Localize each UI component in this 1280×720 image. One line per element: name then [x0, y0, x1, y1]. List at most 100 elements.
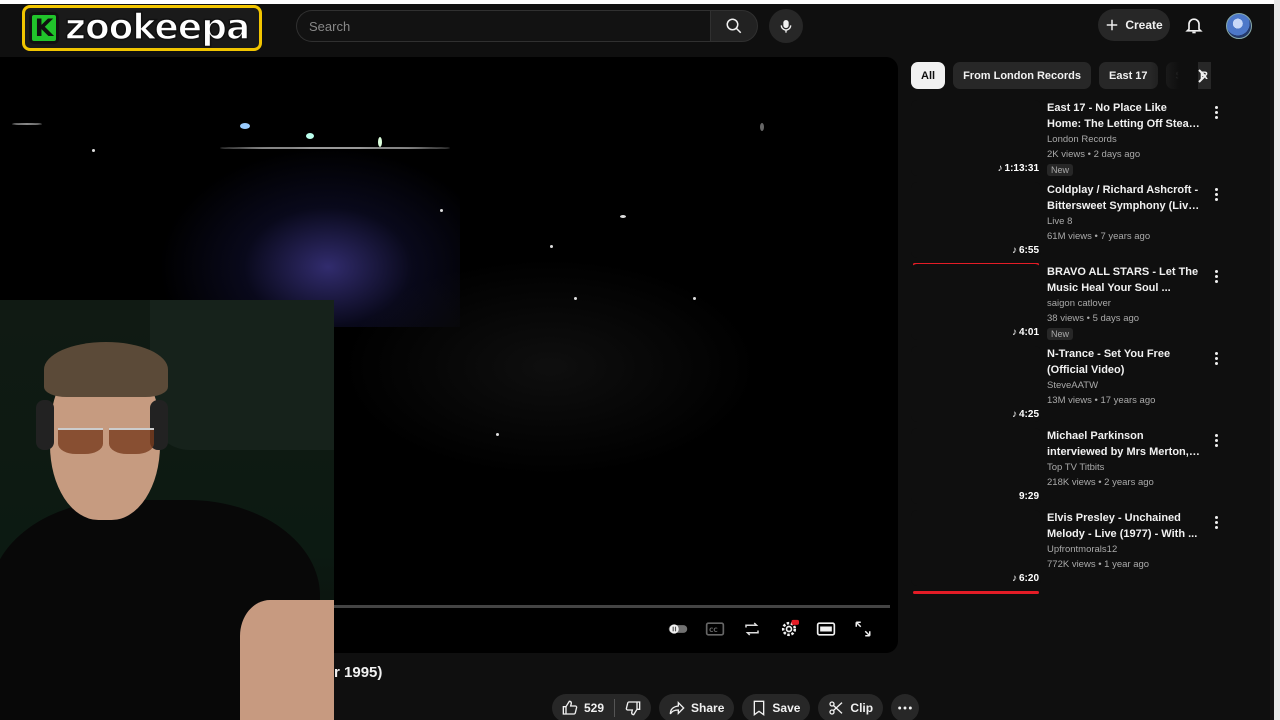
share-label: Share — [691, 701, 725, 715]
recommendation-title[interactable]: N-Trance - Set You Free (Official Video) — [1047, 346, 1203, 378]
account-avatar[interactable] — [1226, 13, 1252, 39]
recommendation-title[interactable]: BRAVO ALL STARS - Let The Music Heal You… — [1047, 264, 1203, 296]
music-note-icon: ♪ — [997, 163, 1003, 174]
recommendation-title[interactable]: Elvis Presley - Unchained Melody - Live … — [1047, 510, 1203, 542]
recommendations-list: ♪ 1:13:31 East 17 - No Place Like Home: T… — [911, 100, 1226, 594]
like-dislike-group: 529 — [552, 694, 652, 720]
stage-light — [240, 123, 250, 129]
recommendation-views: 61M views • 7 years ago — [1047, 231, 1151, 242]
recommendation-item[interactable]: ♪ 4:25 N-Trance - Set You Free (Official … — [911, 346, 1226, 428]
video-thumbnail[interactable]: ♪ 6:55 — [911, 182, 1041, 266]
svg-text:CC: CC — [709, 628, 718, 634]
recommendation-channel[interactable]: saigon catlover — [1047, 298, 1203, 309]
captions-button[interactable]: CC — [705, 619, 725, 639]
recommendation-channel[interactable]: Upfrontmorals12 — [1047, 544, 1203, 555]
video-thumbnail[interactable]: ♪ 4:25 — [911, 346, 1041, 422]
music-note-icon: ♪ — [1011, 573, 1017, 584]
recommendation-channel[interactable]: SteveAATW — [1047, 380, 1203, 391]
kebab-menu-icon[interactable] — [1211, 434, 1221, 450]
kebab-menu-icon[interactable] — [1211, 270, 1221, 286]
settings-button[interactable] — [779, 619, 799, 639]
video-title: r 1995) — [334, 664, 383, 681]
stage-light — [693, 297, 696, 300]
search-input[interactable] — [309, 18, 710, 34]
recommendation-title[interactable]: Coldplay / Richard Ashcroft - Bitterswee… — [1047, 182, 1203, 214]
watched-progress — [913, 591, 1039, 594]
video-thumbnail[interactable]: 9:29 — [911, 428, 1041, 504]
more-horizontal-icon — [898, 706, 912, 710]
chips-fade — [1150, 62, 1198, 90]
recommendation-title[interactable]: East 17 - No Place Like Home: The Lettin… — [1047, 100, 1203, 132]
chip-from-london-records[interactable]: From London Records — [953, 62, 1092, 89]
stage-light — [12, 123, 42, 125]
recommendation-channel[interactable]: Live 8 — [1047, 216, 1203, 227]
dislike-button[interactable] — [615, 694, 651, 720]
search-box[interactable] — [296, 10, 710, 42]
plus-icon — [1107, 19, 1118, 31]
recommendation-item[interactable]: ♪ 6:20 Elvis Presley - Unchained Melody -… — [911, 510, 1226, 594]
recommendation-views: 2K views • 2 days ago — [1047, 149, 1141, 160]
stage-light — [306, 133, 314, 139]
search-button[interactable] — [710, 10, 758, 42]
video-thumbnail[interactable]: ♪ 1:13:31 — [911, 100, 1041, 176]
recommendation-views: 13M views • 17 years ago — [1047, 395, 1156, 406]
theater-icon — [816, 622, 836, 636]
kebab-menu-icon[interactable] — [1211, 516, 1221, 532]
video-thumbnail[interactable]: ♪ 6:20 — [911, 510, 1041, 594]
chevron-right-icon — [1198, 69, 1207, 83]
chips-next-button[interactable] — [1192, 66, 1212, 86]
recommendation-item[interactable]: ♪ 4:01 BRAVO ALL STARS - Let The Music He… — [911, 264, 1226, 346]
clip-label: Clip — [850, 701, 874, 715]
notifications-button[interactable] — [1184, 15, 1206, 37]
clip-button[interactable]: Clip — [818, 694, 884, 720]
recommendation-title[interactable]: Michael Parkinson interviewed by Mrs Mer… — [1047, 428, 1203, 460]
create-button[interactable]: Create — [1098, 9, 1170, 41]
zookeepa-logo[interactable]: K zookeepa — [22, 5, 262, 51]
window-edge — [1274, 0, 1280, 720]
recommendation-channel[interactable]: Top TV Titbits — [1047, 462, 1203, 473]
voice-search-button[interactable] — [769, 9, 803, 43]
stage-light — [378, 137, 382, 147]
top-border — [0, 0, 1280, 4]
save-button[interactable]: Save — [742, 694, 811, 720]
bell-icon — [1185, 18, 1203, 34]
recommendation-item[interactable]: ♪ 6:55 Coldplay / Richard Ashcroft - Bitt… — [911, 182, 1226, 266]
loop-icon — [745, 622, 759, 636]
more-actions-button[interactable] — [891, 694, 920, 720]
chip-east-17[interactable]: East 17 — [1099, 62, 1158, 89]
chip-all[interactable]: All — [911, 62, 946, 89]
kebab-menu-icon[interactable] — [1211, 352, 1221, 368]
stage-light — [760, 123, 764, 131]
recommendation-views: 38 views • 5 days ago — [1047, 313, 1140, 324]
headphone-left — [36, 400, 54, 450]
share-icon — [669, 701, 685, 715]
loop-button[interactable] — [742, 619, 762, 639]
recommendation-item[interactable]: ♪ 1:13:31 East 17 - No Place Like Home: T… — [911, 100, 1226, 182]
kebab-menu-icon[interactable] — [1211, 106, 1221, 122]
like-button[interactable]: 529 — [552, 694, 614, 720]
autoplay-toggle-icon — [668, 624, 688, 634]
stage-light — [574, 297, 577, 300]
autoplay-toggle[interactable] — [668, 619, 688, 639]
share-button[interactable]: Share — [659, 694, 735, 720]
stage-light — [92, 149, 95, 152]
kebab-menu-icon[interactable] — [1211, 188, 1221, 204]
duration-badge: ♪ 6:20 — [1011, 573, 1039, 584]
fullscreen-button[interactable] — [853, 619, 873, 639]
video-thumbnail[interactable]: ♪ 4:01 — [911, 264, 1041, 340]
fullscreen-icon — [855, 621, 871, 637]
recommendation-views: 772K views • 1 year ago — [1047, 559, 1150, 570]
settings-icon — [781, 619, 799, 637]
recommendation-channel[interactable]: London Records — [1047, 134, 1203, 145]
logo-text: zookeepa — [64, 7, 251, 48]
thumbs-down-icon — [625, 701, 641, 716]
mic-icon — [780, 20, 792, 33]
video-progress-bar[interactable] — [334, 605, 890, 608]
music-note-icon: ♪ — [1011, 245, 1017, 256]
captions-icon: CC — [705, 622, 725, 636]
recommendation-views: 218K views • 2 years ago — [1047, 477, 1154, 488]
theater-mode-button[interactable] — [816, 619, 836, 639]
stage-light — [440, 209, 443, 212]
stage-truss — [220, 147, 450, 149]
recommendation-item[interactable]: 9:29 Michael Parkinson interviewed by Mr… — [911, 428, 1226, 510]
